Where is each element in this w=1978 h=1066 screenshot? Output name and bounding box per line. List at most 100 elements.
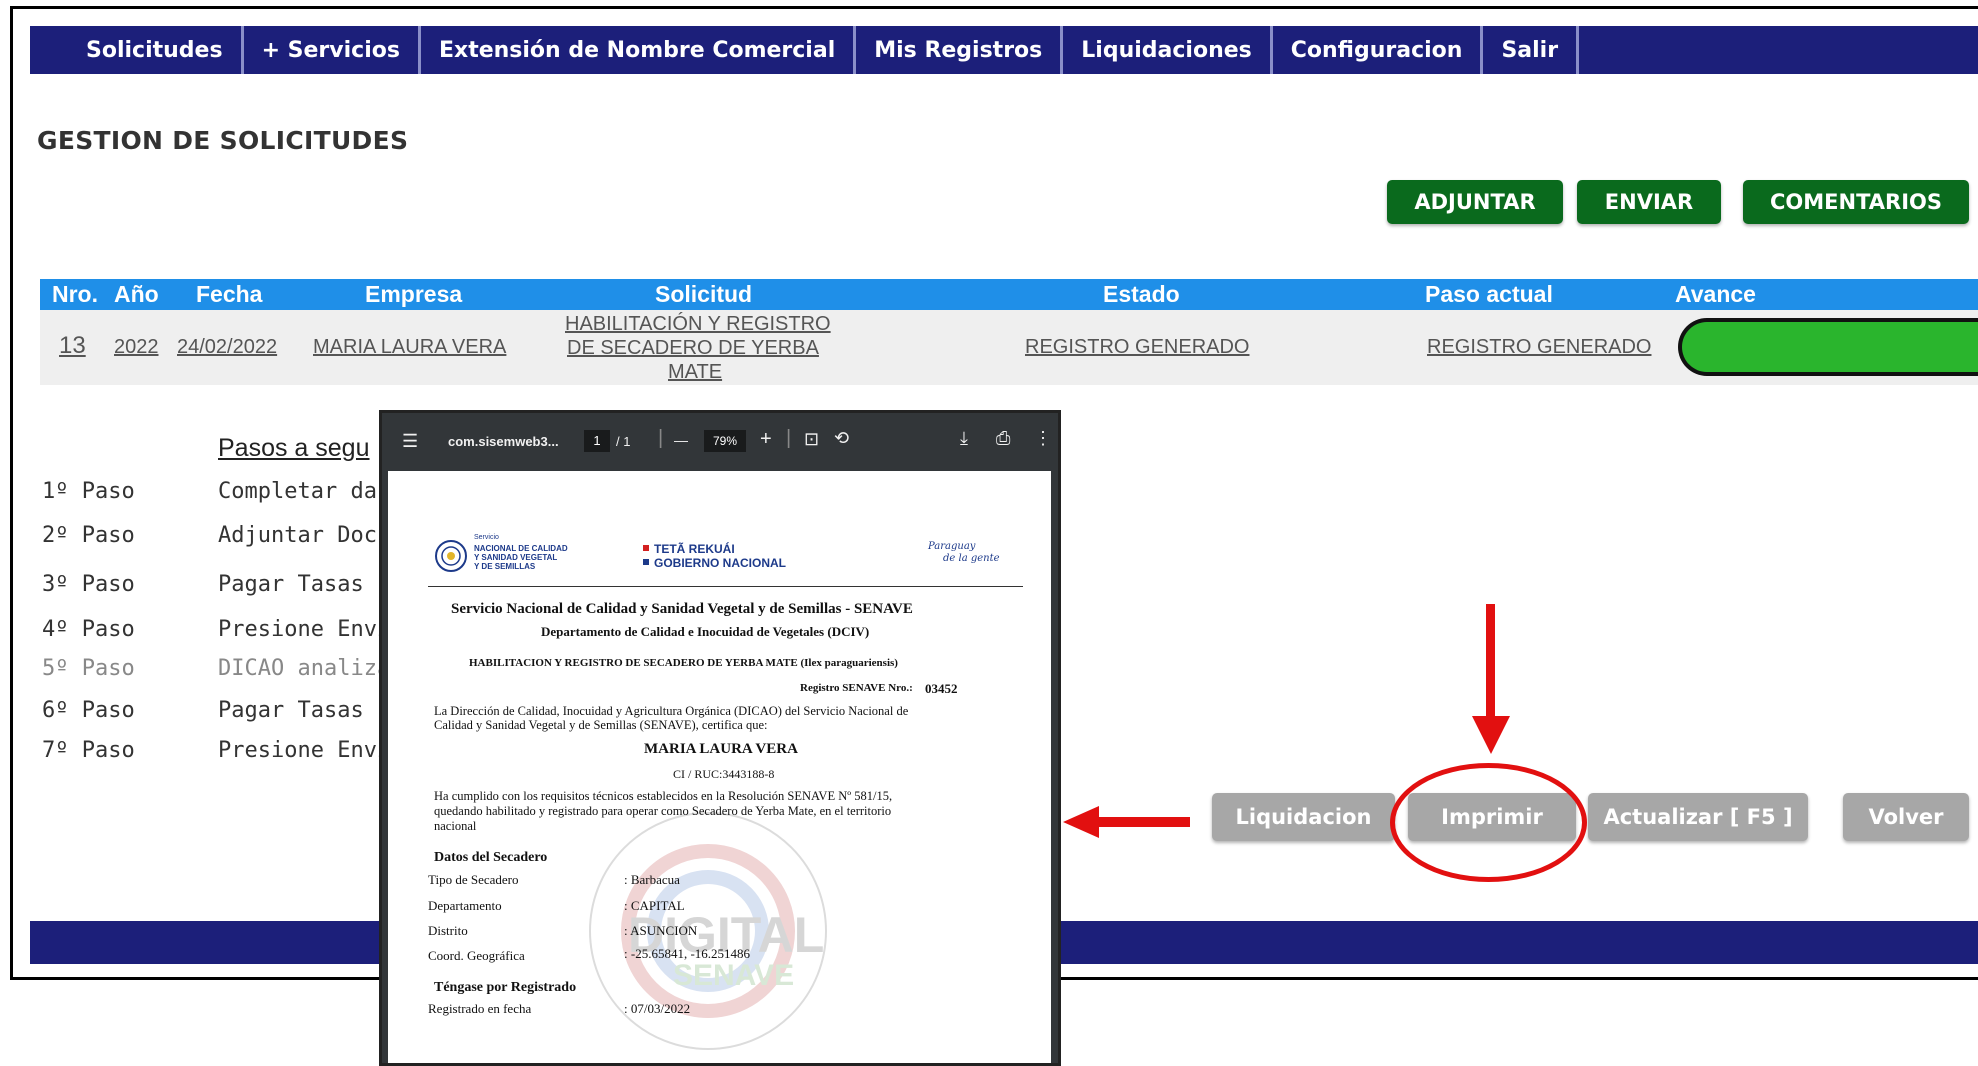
actualizar-button[interactable]: Actualizar [ F5 ] [1588,793,1808,841]
pdf-tengase-title: Téngase por Registrado [434,980,577,995]
slogan-line2: de la gente [943,553,1000,564]
row-solicitud-line3[interactable]: MATE [668,361,722,384]
more-options-icon[interactable]: ⋮ [1034,428,1052,449]
pdf-intro-line1: La Dirección de Calidad, Inocuidad y Agr… [434,704,909,718]
col-estado: Estado [1103,281,1180,307]
pdf-ruc: CI / RUC:3443188-8 [673,767,775,781]
print-icon[interactable]: ⎙ [996,428,1010,449]
pdf-datos-value: : -25.65841, -16.251486 [624,946,751,961]
pdf-datos-key: Tipo de Secadero [428,872,519,887]
senave-logo-line2: Y SANIDAD VEGETAL [474,553,558,562]
step-5-text: DICAO analiza [218,656,391,681]
pdf-body-line2: quedando habilitado y registrado para op… [434,804,892,818]
row-nro-link[interactable]: 13 [59,332,86,360]
arrow-down-annotation [1486,604,1495,722]
step-7-text: Presione Envi [218,738,391,763]
step-7-label: 7º Paso [42,738,135,763]
nav-configuracion[interactable]: Configuracion [1273,26,1484,74]
watermark-subtext: SENAVE [673,959,795,992]
highlight-circle-annotation [1390,763,1587,882]
fit-page-icon[interactable]: ⊡ [804,429,819,450]
col-avance: Avance [1675,281,1756,307]
nav-solicitudes[interactable]: Solicitudes [30,26,244,74]
nav-mis-registros[interactable]: Mis Registros [856,26,1064,74]
row-solicitud-line1[interactable]: HABILITACIÓN Y REGISTRO [565,313,831,336]
zoom-in-icon[interactable]: + [760,428,772,451]
pdf-holder-name: MARIA LAURA VERA [644,741,798,757]
gov-logo-line1: TETÃ REKUÁI [654,542,735,556]
pdf-datos-value: : Barbacua [624,872,680,887]
col-fecha: Fecha [196,281,263,307]
pdf-intro-line2: Calidad y Sanidad Vegetal y de Semillas … [434,718,768,732]
nav-extension-nombre-comercial[interactable]: Extensión de Nombre Comercial [421,26,857,74]
step-6-text: Pagar Tasas (R [218,698,404,723]
step-3-label: 3º Paso [42,572,135,597]
col-solicitud: Solicitud [655,281,753,307]
pdf-datos-key: Departamento [428,898,502,913]
row-estado[interactable]: REGISTRO GENERADO [1025,336,1249,359]
step-1-text: Completar da [218,479,377,504]
enviar-button[interactable]: ENVIAR [1577,180,1721,224]
col-anio: Año [114,281,159,307]
pdf-page-total: / 1 [616,434,631,449]
volver-button[interactable]: Volver [1843,793,1969,841]
pdf-toolbar: ☰ com.sisemweb3... 1 / 1 | — 79% + | ⊡ ⟲… [382,413,1058,471]
pdf-page-input[interactable]: 1 [584,430,610,452]
pdf-page: Servicio NACIONAL DE CALIDAD Y SANIDAD V… [388,471,1051,1063]
row-fecha[interactable]: 24/02/2022 [177,336,277,359]
senave-logo-small: Servicio [474,534,499,541]
main-navbar: Solicitudes + Servicios Extensión de Nom… [30,26,1978,74]
step-5-label: 5º Paso [42,656,135,681]
pdf-viewer: ☰ com.sisemweb3... 1 / 1 | — 79% + | ⊡ ⟲… [379,410,1061,1066]
col-nro: Nro. [52,281,98,307]
avance-progress-bar [1678,318,1978,376]
pdf-reg-fecha-value: : 07/03/2022 [624,1001,691,1016]
senave-logo-line1: NACIONAL DE CALIDAD [474,544,568,553]
pdf-filename: com.sisemweb3... [448,434,559,449]
arrow-left-head-annotation [1063,806,1099,838]
liquidacion-button[interactable]: Liquidacion [1212,793,1395,841]
pdf-reg-fecha-key: Registrado en fecha [428,1001,532,1016]
gov-logo-mark-blue [643,559,649,565]
pdf-datos-key: Distrito [428,923,468,938]
senave-logo-line3: Y DE SEMILLAS [474,562,536,571]
nav-salir[interactable]: Salir [1483,26,1580,74]
step-4-label: 4º Paso [42,617,135,642]
step-3-text: Pagar Tasas (S [218,572,404,597]
rotate-icon[interactable]: ⟲ [834,428,849,449]
pdf-datos-title: Datos del Secadero [434,850,548,865]
step-1-label: 1º Paso [42,479,135,504]
download-icon[interactable]: ⤓ [960,428,968,449]
zoom-level-input[interactable]: 79% [704,430,746,452]
header-divider [428,586,1023,587]
pdf-body-line3: nacional [434,819,477,833]
table-header: Nro. Año Fecha Empresa Solicitud Estado … [40,279,1978,310]
pdf-body-line1: Ha cumplido con los requisitos técnicos … [434,789,893,803]
pdf-datos-value: : CAPITAL [624,898,685,913]
pdf-datos-value: : ASUNCION [624,923,698,938]
row-empresa[interactable]: MARIA LAURA VERA [313,336,506,359]
slogan-line1: Paraguay [928,541,976,552]
senave-seal-icon [435,540,467,572]
adjuntar-button[interactable]: ADJUNTAR [1387,180,1563,224]
row-paso-actual[interactable]: REGISTRO GENERADO [1427,336,1651,359]
comentarios-button[interactable]: COMENTARIOS [1743,180,1969,224]
gov-logo-mark-red [643,545,649,551]
nav-servicios[interactable]: + Servicios [244,26,421,74]
menu-icon[interactable]: ☰ [402,431,418,452]
step-4-text: Presione Envi [218,617,391,642]
pdf-doc-title: HABILITACION Y REGISTRO DE SECADERO DE Y… [469,657,898,669]
arrow-down-head-annotation [1472,716,1510,754]
step-2-label: 2º Paso [42,523,135,548]
zoom-out-icon[interactable]: — [674,432,688,448]
toolbar-divider: | [658,427,664,449]
row-solicitud-line2[interactable]: DE SECADERO DE YERBA [567,337,819,360]
row-anio[interactable]: 2022 [114,336,159,359]
pdf-datos-key: Coord. Geográfica [428,948,525,963]
pdf-institution: Servicio Nacional de Calidad y Sanidad V… [451,601,913,617]
nav-liquidaciones[interactable]: Liquidaciones [1063,26,1273,74]
pdf-registro-nro: 03452 [925,681,958,696]
toolbar-divider-2: | [786,427,792,449]
pdf-department: Departamento de Calidad e Inocuidad de V… [541,624,870,639]
gov-logo-line2: GOBIERNO NACIONAL [654,556,786,570]
